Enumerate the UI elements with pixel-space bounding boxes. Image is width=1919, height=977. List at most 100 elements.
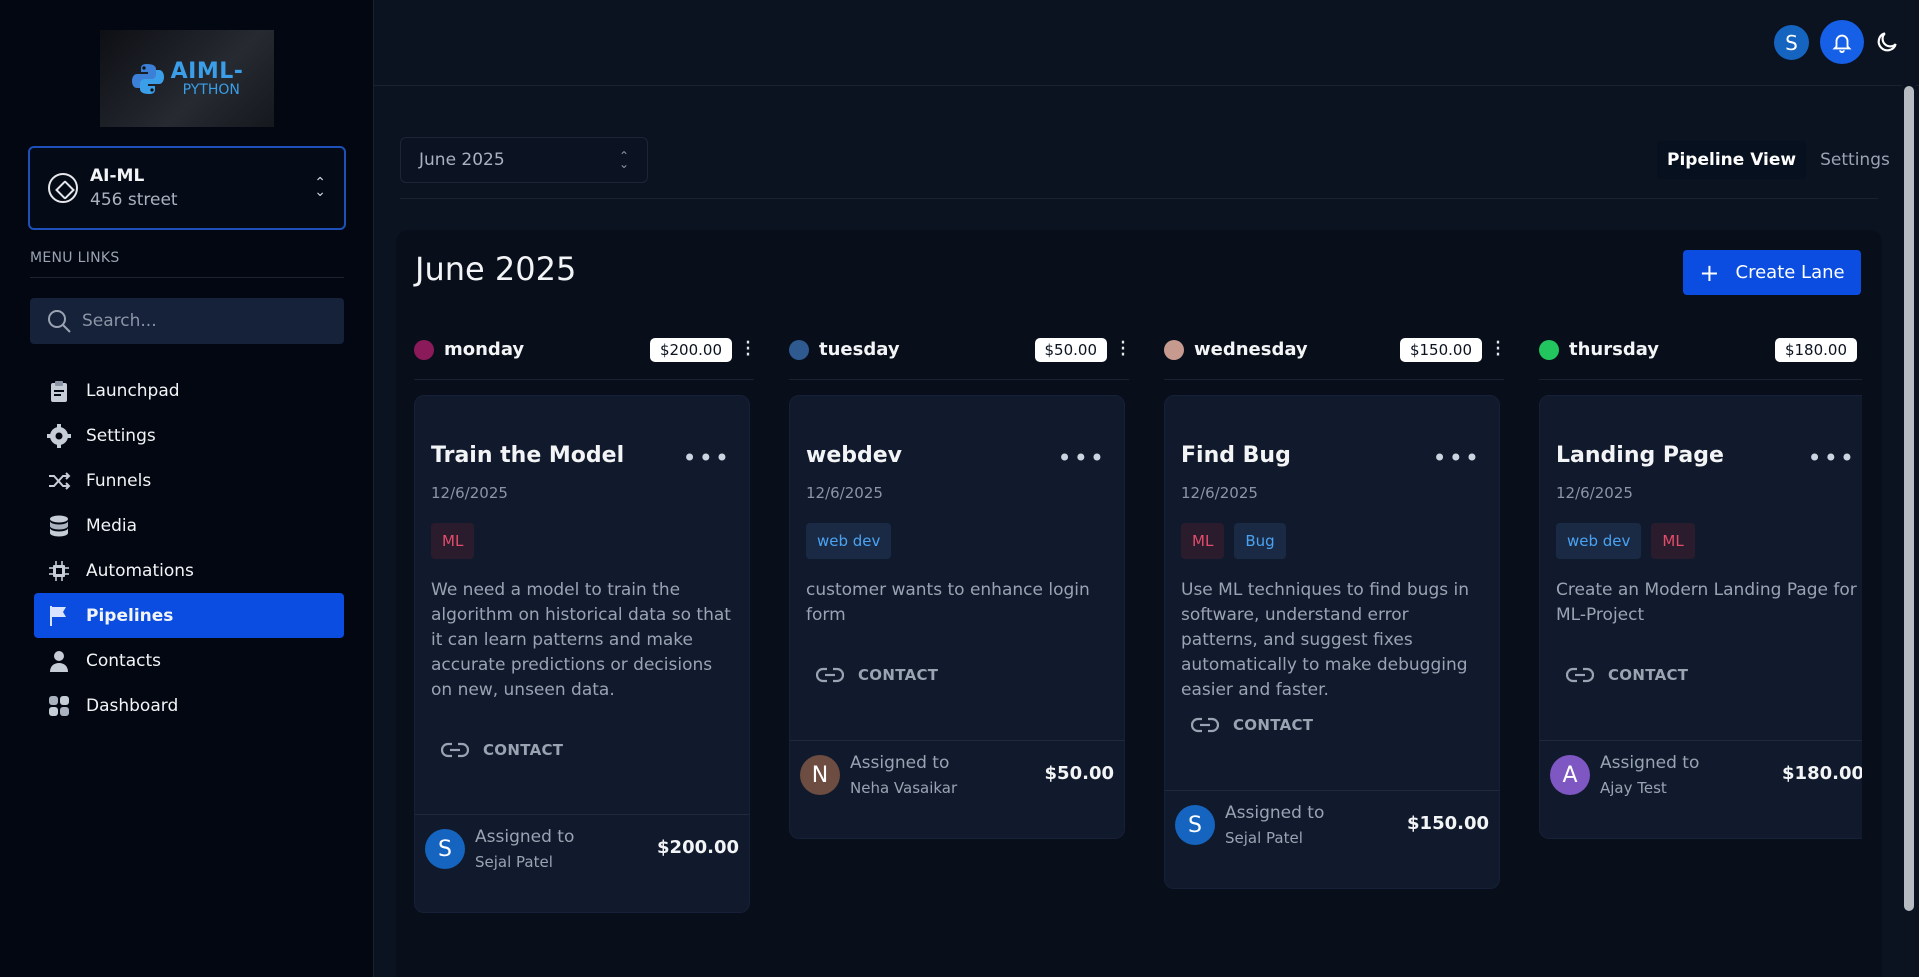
ticket-value: $50.00 xyxy=(1044,763,1114,784)
lane-color-dot xyxy=(414,339,434,360)
nav-label: Dashboard xyxy=(86,695,179,716)
top-bar xyxy=(374,0,1919,86)
nav-item-settings[interactable]: Settings xyxy=(34,413,344,458)
contact-link[interactable]: CONTACT xyxy=(1566,666,1688,684)
lane-amount: $150.00 xyxy=(1399,337,1482,362)
nav-item-pipelines[interactable]: Pipelines xyxy=(34,593,344,638)
lane-color-dot xyxy=(789,339,809,360)
ticket-card[interactable]: Train the Model ••• 12/6/2025 ML We need… xyxy=(414,395,750,913)
ticket-title: Find Bug xyxy=(1181,443,1291,468)
nav-item-contacts[interactable]: Contacts xyxy=(34,638,344,683)
ticket-tags: ML xyxy=(431,523,475,559)
tag: Bug xyxy=(1234,523,1286,559)
assignee-name: Sejal Patel xyxy=(475,853,553,871)
moon-icon xyxy=(1877,32,1897,52)
nav-label: Settings xyxy=(86,425,156,446)
lane-amount: $50.00 xyxy=(1034,337,1107,362)
ticket-tags: web dev ML xyxy=(1556,523,1695,559)
chevron-up-down-icon: ⌃ ⌄ xyxy=(314,175,326,200)
ticket-value: $200.00 xyxy=(657,837,739,858)
tab-pipeline-view[interactable]: Pipeline View xyxy=(1657,141,1807,179)
avatar: A xyxy=(1550,755,1590,795)
create-lane-label: Create Lane xyxy=(1735,262,1845,283)
ticket-card[interactable]: Find Bug ••• 12/6/2025 ML Bug Use ML tec… xyxy=(1164,395,1500,889)
assigned-label: Assigned to xyxy=(1225,803,1325,823)
compass-icon xyxy=(48,173,78,203)
search-input[interactable] xyxy=(82,311,322,331)
plus-icon: + xyxy=(1699,258,1720,287)
lane-header: thursday $180.00 ··· xyxy=(1539,320,1862,380)
logo-text: AIML- PYTHON xyxy=(170,58,244,97)
more-vertical-icon[interactable]: · · · xyxy=(1492,332,1504,366)
lanes-container[interactable]: monday $200.00 · · · Train the Model ••• 1… xyxy=(396,320,1862,977)
nav-item-dashboard[interactable]: Dashboard xyxy=(34,683,344,728)
contact-label: CONTACT xyxy=(1608,666,1689,684)
ticket-description: We need a model to train the algorithm o… xyxy=(431,580,731,700)
nav-item-automations[interactable]: Automations xyxy=(34,548,344,593)
link-icon xyxy=(1191,717,1219,733)
grid-icon xyxy=(46,693,72,719)
lane-amount: $180.00 xyxy=(1774,337,1857,362)
shuffle-icon xyxy=(46,468,72,494)
more-horizontal-icon[interactable]: ••• xyxy=(1808,444,1856,472)
nav-item-media[interactable]: Media xyxy=(34,503,344,548)
user-avatar[interactable]: S xyxy=(1774,25,1809,60)
ticket-tags: web dev xyxy=(806,523,892,559)
more-vertical-icon[interactable]: · · · xyxy=(742,332,754,366)
ticket-card[interactable]: webdev ••• 12/6/2025 web dev customer wa… xyxy=(789,395,1125,839)
lane-header: wednesday $150.00 · · · xyxy=(1164,320,1504,380)
lane-header: monday $200.00 · · · xyxy=(414,320,754,380)
contact-link[interactable]: CONTACT xyxy=(816,666,938,684)
board-title: June 2025 xyxy=(415,250,577,288)
nav-label: Pipelines xyxy=(86,605,174,626)
nav-label: Automations xyxy=(86,560,194,581)
scrollbar-top xyxy=(1902,0,1916,86)
page-scrollbar[interactable] xyxy=(1902,86,1916,977)
more-vertical-icon[interactable]: · · · xyxy=(1117,332,1129,366)
nav-label: Media xyxy=(86,515,138,536)
tag: web dev xyxy=(1556,523,1642,559)
ticket-value: $150.00 xyxy=(1407,813,1489,834)
assignee-name: Ajay Test xyxy=(1600,779,1667,797)
tab-settings[interactable]: Settings xyxy=(1810,141,1900,179)
ticket-title: Landing Page xyxy=(1556,443,1724,468)
more-horizontal-icon[interactable]: ••• xyxy=(1433,444,1481,472)
nav-item-launchpad[interactable]: Launchpad xyxy=(34,368,344,413)
python-logo-icon xyxy=(131,63,164,94)
account-switcher[interactable]: AI-ML 456 street ⌃ ⌄ xyxy=(28,146,346,230)
ticket-footer: A Assigned to Ajay Test $180.00 xyxy=(1540,740,1862,838)
person-icon xyxy=(46,648,72,674)
scrollbar-thumb[interactable] xyxy=(1904,86,1914,911)
lane-name: thursday xyxy=(1569,339,1660,360)
avatar: S xyxy=(425,829,465,869)
month-select[interactable]: June 2025 ⌃ ⌄ xyxy=(400,137,648,183)
search-box[interactable] xyxy=(30,298,344,344)
logo-line-1: AIML- xyxy=(170,58,244,84)
ticket-tags: ML Bug xyxy=(1181,523,1286,559)
search-icon xyxy=(48,310,71,333)
view-tabs: Pipeline View Settings xyxy=(1657,141,1900,179)
more-horizontal-icon[interactable]: ••• xyxy=(1058,444,1106,472)
notifications-button[interactable] xyxy=(1820,20,1864,64)
create-lane-button[interactable]: + Create Lane xyxy=(1683,250,1861,295)
tag: ML xyxy=(1181,523,1225,559)
filter-divider xyxy=(400,198,1878,199)
app-logo[interactable]: AIML- PYTHON xyxy=(100,30,274,127)
lane-name: monday xyxy=(444,339,525,360)
nav-item-funnels[interactable]: Funnels xyxy=(34,458,344,503)
contact-link[interactable]: CONTACT xyxy=(441,741,563,759)
avatar: S xyxy=(1175,805,1215,845)
more-horizontal-icon[interactable]: ••• xyxy=(683,444,731,472)
avatar: N xyxy=(800,755,840,795)
ticket-title: webdev xyxy=(806,443,903,468)
assigned-label: Assigned to xyxy=(850,753,950,773)
ticket-card[interactable]: Landing Page ••• 12/6/2025 web dev ML Cr… xyxy=(1539,395,1862,839)
sidebar: AIML- PYTHON AI-ML 456 street ⌃ ⌄ MENU LI… xyxy=(0,0,374,977)
ticket-date: 12/6/2025 xyxy=(1556,484,1633,502)
lane-color-dot xyxy=(1164,339,1184,360)
ticket-footer: N Assigned to Neha Vasaikar $50.00 xyxy=(790,740,1124,838)
account-text: AI-ML 456 street xyxy=(90,166,314,210)
theme-toggle[interactable] xyxy=(1874,29,1900,55)
main-nav: Launchpad Settings Funnels Media Automat… xyxy=(34,368,344,728)
contact-link[interactable]: CONTACT xyxy=(1191,716,1313,734)
